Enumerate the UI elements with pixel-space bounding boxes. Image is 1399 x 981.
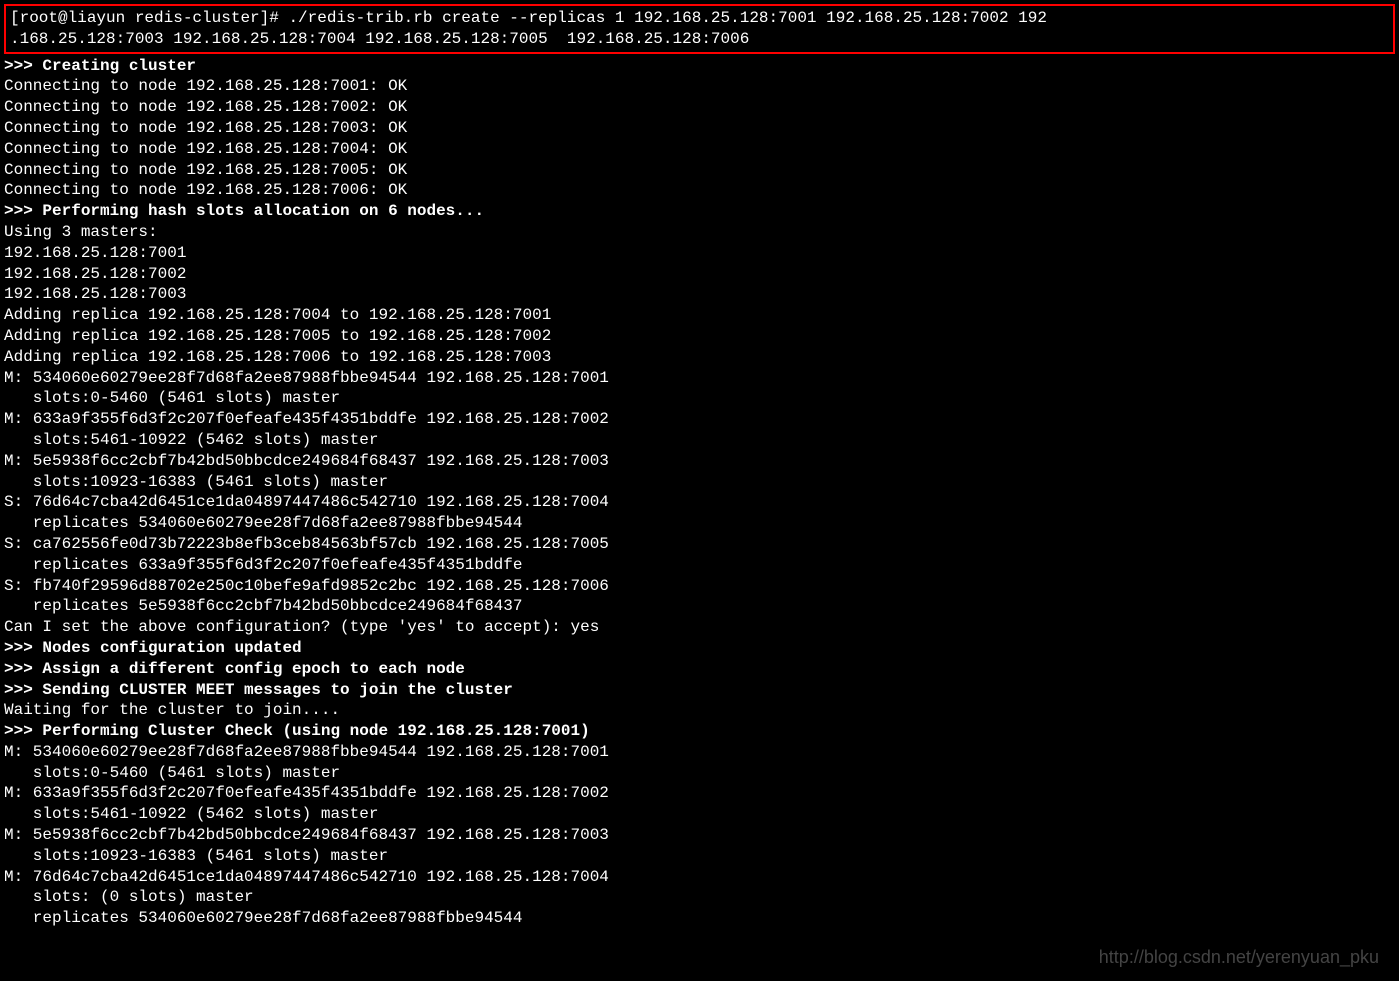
node-config-line: replicates 534060e60279ee28f7d68fa2ee879…: [4, 513, 1395, 534]
creating-cluster-header: >>> Creating cluster: [4, 56, 1395, 77]
check-node-line: M: 633a9f355f6d3f2c207f0efeafe435f4351bd…: [4, 783, 1395, 804]
node-config-line: M: 5e5938f6cc2cbf7b42bd50bbcdce249684f68…: [4, 451, 1395, 472]
master-address: 192.168.25.128:7001: [4, 243, 1395, 264]
node-config-line: replicates 633a9f355f6d3f2c207f0efeafe43…: [4, 555, 1395, 576]
adding-replica-line: Adding replica 192.168.25.128:7005 to 19…: [4, 326, 1395, 347]
check-nodes-block: M: 534060e60279ee28f7d68fa2ee87988fbbe94…: [4, 742, 1395, 929]
node-config-line: S: fb740f29596d88702e250c10befe9afd9852c…: [4, 576, 1395, 597]
check-node-line: replicates 534060e60279ee28f7d68fa2ee879…: [4, 908, 1395, 929]
node-config-line: slots:5461-10922 (5462 slots) master: [4, 430, 1395, 451]
check-node-line: slots:0-5460 (5461 slots) master: [4, 763, 1395, 784]
cluster-check-header: >>> Performing Cluster Check (using node…: [4, 721, 1395, 742]
check-node-line: M: 5e5938f6cc2cbf7b42bd50bbcdce249684f68…: [4, 825, 1395, 846]
node-config-line: S: 76d64c7cba42d6451ce1da04897447486c542…: [4, 492, 1395, 513]
check-node-line: M: 76d64c7cba42d6451ce1da04897447486c542…: [4, 867, 1395, 888]
node-config-line: M: 534060e60279ee28f7d68fa2ee87988fbbe94…: [4, 368, 1395, 389]
adding-replica-line: Adding replica 192.168.25.128:7004 to 19…: [4, 305, 1395, 326]
waiting-line: Waiting for the cluster to join....: [4, 700, 1395, 721]
adding-replicas-block: Adding replica 192.168.25.128:7004 to 19…: [4, 305, 1395, 367]
command-text-line1[interactable]: [root@liayun redis-cluster]# ./redis-tri…: [10, 8, 1389, 29]
masters-list: 192.168.25.128:7001 192.168.25.128:7002 …: [4, 243, 1395, 305]
command-highlight-box: [root@liayun redis-cluster]# ./redis-tri…: [4, 4, 1395, 54]
using-masters-label: Using 3 masters:: [4, 222, 1395, 243]
check-node-line: M: 534060e60279ee28f7d68fa2ee87988fbbe94…: [4, 742, 1395, 763]
node-config-line: slots:0-5460 (5461 slots) master: [4, 388, 1395, 409]
connecting-line: Connecting to node 192.168.25.128:7003: …: [4, 118, 1395, 139]
nodes-updated-header: >>> Nodes configuration updated: [4, 638, 1395, 659]
confirm-prompt[interactable]: Can I set the above configuration? (type…: [4, 617, 1395, 638]
nodes-config-block: M: 534060e60279ee28f7d68fa2ee87988fbbe94…: [4, 368, 1395, 618]
connecting-line: Connecting to node 192.168.25.128:7004: …: [4, 139, 1395, 160]
connecting-line: Connecting to node 192.168.25.128:7001: …: [4, 76, 1395, 97]
node-config-line: slots:10923-16383 (5461 slots) master: [4, 472, 1395, 493]
sending-meet-header: >>> Sending CLUSTER MEET messages to joi…: [4, 680, 1395, 701]
check-node-line: slots: (0 slots) master: [4, 887, 1395, 908]
connecting-line: Connecting to node 192.168.25.128:7002: …: [4, 97, 1395, 118]
check-node-line: slots:10923-16383 (5461 slots) master: [4, 846, 1395, 867]
node-config-line: M: 633a9f355f6d3f2c207f0efeafe435f4351bd…: [4, 409, 1395, 430]
watermark-text: http://blog.csdn.net/yerenyuan_pku: [1099, 946, 1379, 969]
node-config-line: S: ca762556fe0d73b72223b8efb3ceb84563bf5…: [4, 534, 1395, 555]
node-config-line: replicates 5e5938f6cc2cbf7b42bd50bbcdce2…: [4, 596, 1395, 617]
adding-replica-line: Adding replica 192.168.25.128:7006 to 19…: [4, 347, 1395, 368]
connecting-line: Connecting to node 192.168.25.128:7006: …: [4, 180, 1395, 201]
check-node-line: slots:5461-10922 (5462 slots) master: [4, 804, 1395, 825]
master-address: 192.168.25.128:7003: [4, 284, 1395, 305]
connecting-block: Connecting to node 192.168.25.128:7001: …: [4, 76, 1395, 201]
assign-epoch-header: >>> Assign a different config epoch to e…: [4, 659, 1395, 680]
connecting-line: Connecting to node 192.168.25.128:7005: …: [4, 160, 1395, 181]
hash-slots-header: >>> Performing hash slots allocation on …: [4, 201, 1395, 222]
master-address: 192.168.25.128:7002: [4, 264, 1395, 285]
command-text-line2[interactable]: .168.25.128:7003 192.168.25.128:7004 192…: [10, 29, 1389, 50]
